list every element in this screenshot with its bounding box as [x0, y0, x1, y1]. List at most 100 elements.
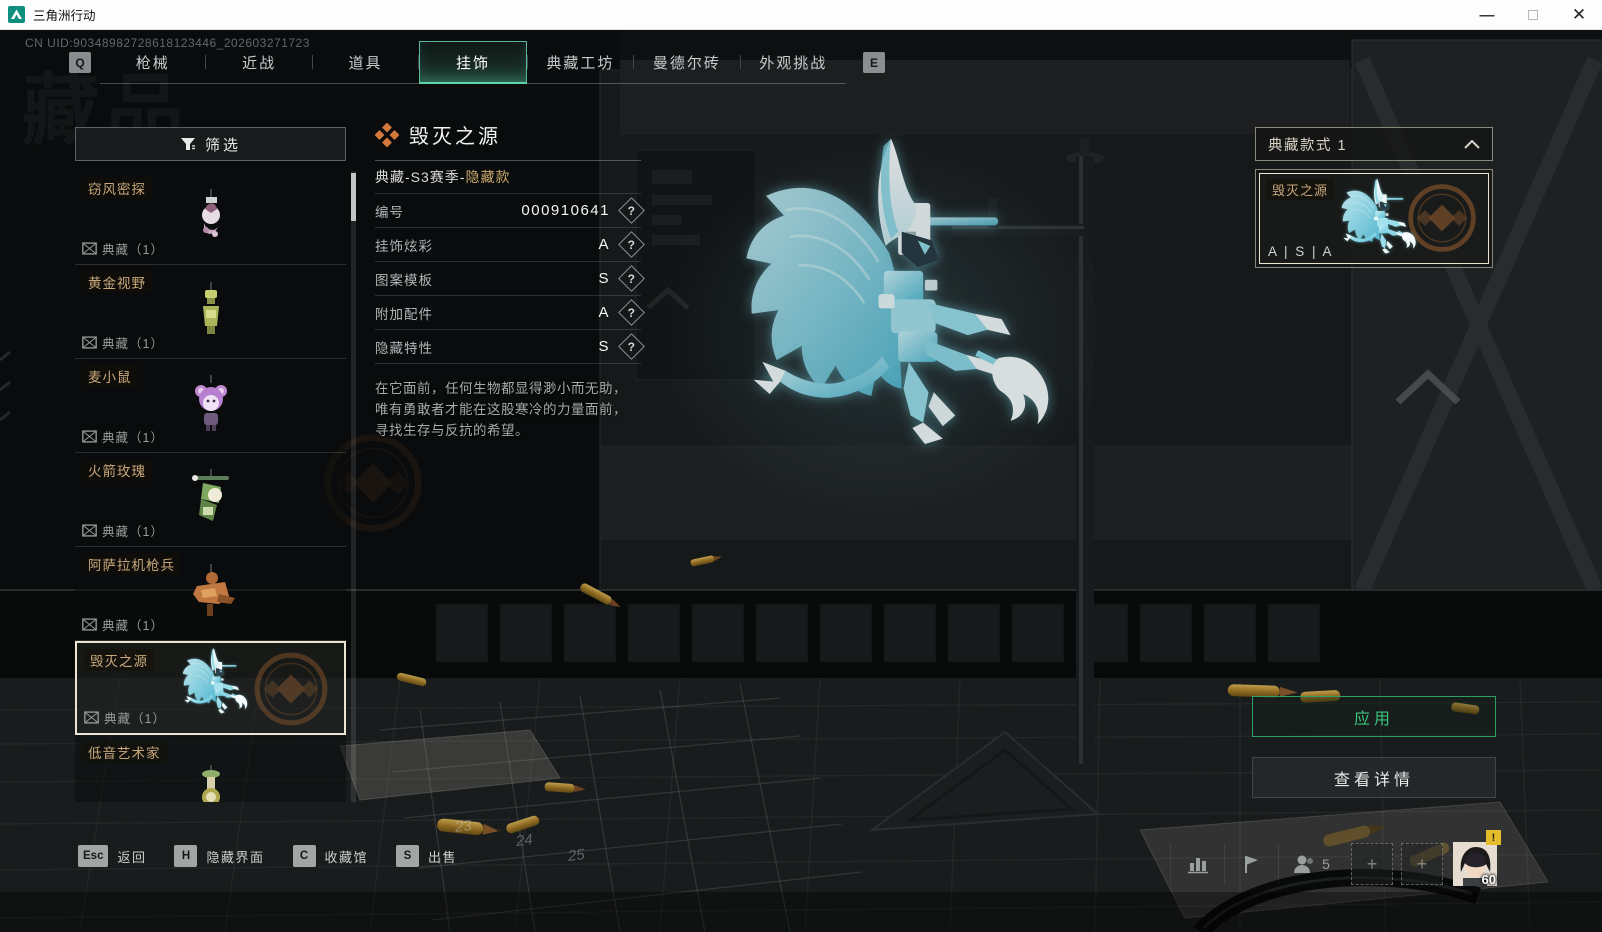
charm-thumb — [192, 563, 235, 616]
footer-status-bar: 5 + + ! 60 — [1170, 830, 1501, 890]
stat-row-pattern: 图案模板 S ? — [375, 262, 645, 296]
filter-button[interactable]: 筛选 — [75, 127, 346, 161]
charm-thumb — [201, 188, 220, 237]
c-keyhint: C — [292, 845, 316, 867]
hide-ui-button[interactable]: H 隐藏界面 — [174, 845, 264, 867]
chalk-number: 25 — [567, 846, 586, 865]
item-badge: 典藏（1） — [82, 427, 164, 446]
s-keyhint: S — [396, 845, 420, 867]
tab-melee[interactable]: 近战 — [206, 41, 311, 83]
chevron-up-icon — [1464, 139, 1480, 149]
tab-prev-keyhint: Q — [69, 52, 91, 73]
empty-slot-button[interactable]: + — [1351, 843, 1393, 885]
collection-emblem-icon — [250, 648, 332, 730]
item-badge: 典藏（1） — [82, 521, 164, 540]
list-item[interactable]: 低音艺术家 典藏（1） — [75, 735, 346, 802]
help-icon[interactable]: ? — [618, 231, 645, 258]
style-card[interactable]: 毁灭之源 A | S | A — [1255, 169, 1493, 268]
list-item-selected[interactable]: 毁灭之源 典藏（1） — [75, 641, 346, 735]
stat-row-accessory: 附加配件 A ? — [375, 296, 645, 330]
scrollbar-thumb[interactable] — [351, 173, 356, 221]
detail-panel: 毁灭之源 典藏-S3赛季- 隐藏款 编号 000910641 ? 挂饰炫彩 A ?… — [375, 120, 645, 441]
collection-card-icon — [82, 242, 97, 255]
help-icon[interactable]: ? — [618, 333, 645, 360]
plus-icon: + — [1366, 853, 1378, 874]
list-item[interactable]: 黄金视野 典藏（1） — [75, 265, 346, 359]
charm-thumb — [201, 764, 220, 802]
collection-card-icon — [82, 430, 97, 443]
sell-button[interactable]: S 出售 — [396, 845, 457, 867]
minimize-button[interactable]: — — [1464, 0, 1510, 30]
item-name: 低音艺术家 — [82, 741, 167, 763]
charm-description: 在它面前，任何生物都显得渺小而无助，唯有勇敢者才能在这股寒冷的力量面前，寻找生存… — [375, 381, 627, 438]
item-badge: 典藏（1） — [82, 615, 164, 634]
back-button[interactable]: Esc 返回 — [78, 845, 146, 867]
tab-items[interactable]: 道具 — [313, 41, 418, 83]
title-bar: 三角洲行动 — ✕ — [0, 0, 1602, 30]
item-name: 阿萨拉机枪兵 — [82, 553, 181, 575]
list-item[interactable]: 火箭玫瑰 典藏（1） — [75, 453, 346, 547]
empty-slot-button[interactable]: + — [1401, 843, 1443, 885]
plus-icon: + — [1416, 853, 1428, 874]
item-name: 麦小鼠 — [82, 365, 138, 387]
collection-card-icon — [82, 336, 97, 349]
list-item[interactable]: 窃风密探 典藏（1） — [75, 171, 346, 265]
chalk-number: 24 — [515, 831, 534, 850]
bar-chart-icon — [1187, 858, 1208, 874]
app-logo-icon — [8, 6, 25, 23]
card-charm-dragon — [1328, 176, 1420, 264]
app-window: 三角洲行动 — ✕ 藏品 CN UID:90348982728618123446… — [0, 0, 1602, 932]
stat-row-serial: 编号 000910641 ? — [375, 194, 645, 228]
item-name: 毁灭之源 — [84, 649, 154, 671]
tab-charms[interactable]: 挂饰 — [419, 41, 528, 84]
maximize-button[interactable] — [1510, 0, 1556, 30]
collection-card-icon — [84, 711, 99, 724]
tab-guns[interactable]: 枪械 — [100, 41, 205, 83]
window-title: 三角洲行动 — [33, 9, 96, 23]
detail-title-row: 毁灭之源 — [375, 120, 641, 161]
help-icon[interactable]: ? — [618, 265, 645, 292]
collection-card-icon — [82, 524, 97, 537]
h-keyhint: H — [174, 845, 198, 867]
chalk-number: 23 — [454, 817, 473, 836]
item-badge: 典藏（1） — [82, 333, 164, 352]
charm-rarity-line: 典藏-S3赛季- 隐藏款 — [375, 161, 641, 194]
team-button[interactable]: 5 — [1279, 838, 1343, 890]
list-item[interactable]: 麦小鼠 典藏（1） — [75, 359, 346, 453]
style-dropdown[interactable]: 典藏款式 1 — [1255, 127, 1493, 161]
tab-collection-workshop[interactable]: 典藏工坊 — [528, 41, 633, 83]
charm-title: 毁灭之源 — [409, 126, 501, 148]
help-icon[interactable]: ? — [618, 197, 645, 224]
list-item[interactable]: 阿萨拉机枪兵 典藏（1） — [75, 547, 346, 641]
notification-badge: ! — [1486, 830, 1501, 845]
esc-keyhint: Esc — [78, 845, 109, 867]
item-badge: 典藏（1） — [84, 708, 166, 727]
report-button[interactable] — [1225, 838, 1278, 890]
collection-hall-button[interactable]: C 收藏馆 — [292, 845, 369, 867]
avatar-level: 60 — [1481, 872, 1496, 887]
stat-row-hidden-trait: 隐藏特性 S ? — [375, 330, 645, 364]
help-icon[interactable]: ? — [618, 299, 645, 326]
collection-rarity-icon — [375, 122, 399, 147]
category-tabs: 枪械 近战 道具 挂饰 典藏工坊 曼德尔砖 外观挑战 — [100, 41, 846, 84]
filter-label: 筛选 — [204, 136, 241, 154]
stats-button[interactable] — [1171, 838, 1224, 890]
team-count: 5 — [1322, 856, 1330, 872]
apply-button[interactable]: 应用 — [1252, 696, 1496, 737]
charm-thumb — [191, 468, 229, 521]
card-grades: A | S | A — [1268, 244, 1334, 259]
list-scrollbar[interactable] — [351, 171, 356, 802]
card-name: 毁灭之源 — [1266, 179, 1335, 200]
item-badge: 典藏（1） — [82, 239, 164, 258]
close-button[interactable]: ✕ — [1556, 0, 1602, 30]
item-name: 窃风密探 — [82, 177, 152, 199]
tab-appearance-challenge[interactable]: 外观挑战 — [741, 41, 846, 83]
filter-icon — [180, 137, 195, 150]
collection-card-icon — [82, 618, 97, 631]
item-name: 黄金视野 — [82, 271, 152, 293]
player-avatar[interactable]: ! 60 — [1453, 830, 1501, 887]
hotkey-bar: Esc 返回 H 隐藏界面 C 收藏馆 S 出售 — [78, 845, 457, 867]
tab-mandel-brick[interactable]: 曼德尔砖 — [634, 41, 739, 83]
flag-icon — [1244, 856, 1258, 873]
view-details-button[interactable]: 查看详情 — [1252, 757, 1496, 798]
